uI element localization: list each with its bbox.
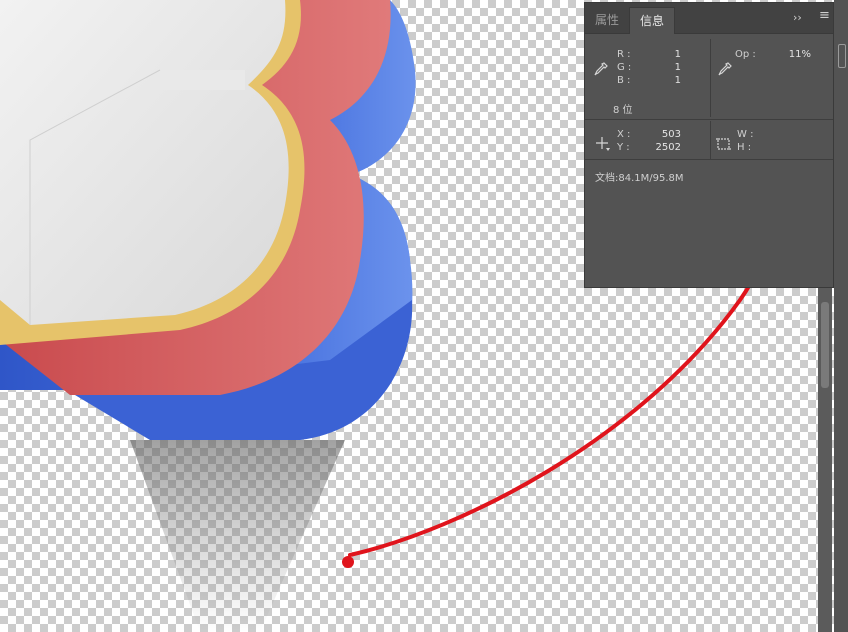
document-size-info: 文档:84.1M/95.8M — [595, 173, 684, 184]
g-value: 1 — [674, 62, 681, 73]
toolbar-collapse-handle[interactable] — [838, 44, 846, 68]
w-label: W : — [737, 129, 754, 140]
h-label: H : — [737, 142, 752, 153]
tab-info[interactable]: 信息 — [629, 7, 676, 34]
panel-divider-vertical-2 — [710, 121, 711, 159]
r-value: 1 — [674, 49, 681, 60]
r-label: R : — [617, 49, 631, 60]
panel-tab-bar: 属性 信息 ›› ≡ — [585, 3, 833, 34]
b-label: B : — [617, 75, 631, 86]
selection-size-icon — [716, 138, 731, 150]
annotation-dot — [342, 556, 354, 568]
letter-shadow — [130, 440, 345, 632]
y-value: 2502 — [655, 142, 681, 153]
eyedropper-icon — [594, 62, 608, 76]
letter-inner-face — [0, 0, 289, 325]
opacity-label: Op : — [735, 49, 756, 60]
crosshair-icon — [596, 137, 610, 151]
x-label: X : — [617, 129, 631, 140]
x-value: 503 — [661, 129, 681, 140]
info-panel: 属性 信息 ›› ≡ R : 1 G : 1 B : 1 8 位 Op : 11… — [584, 2, 834, 288]
panel-divider-vertical — [710, 39, 711, 117]
scrollbar-thumb[interactable] — [821, 302, 829, 388]
eyedropper-sampler-icon — [718, 62, 732, 76]
b-value: 1 — [674, 75, 681, 86]
opacity-value: 11% — [788, 49, 811, 60]
panel-divider-horizontal — [585, 119, 833, 120]
right-toolbar-edge — [834, 0, 848, 632]
g-label: G : — [617, 62, 632, 73]
panel-divider-horizontal-2 — [585, 159, 833, 160]
bit-depth-label: 8 位 — [613, 105, 633, 116]
vertical-scrollbar[interactable] — [818, 288, 832, 632]
tab-properties[interactable]: 属性 — [585, 7, 629, 33]
y-label: Y : — [617, 142, 630, 153]
panel-menu-icon[interactable]: ≡ — [819, 8, 830, 23]
expand-panel-icon[interactable]: ›› — [793, 11, 802, 24]
